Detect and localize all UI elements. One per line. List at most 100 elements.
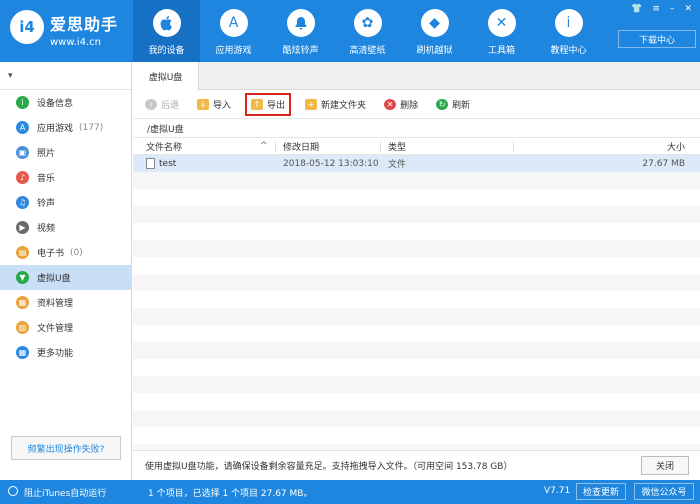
export-button[interactable]: ↑ 导出 [245,92,292,116]
empty-row [133,240,700,257]
main-nav: 我的设备 A 应用游戏 酷炫铃声 ✿ 高清壁纸 ◆ 刷机越狱 ✕ 工具箱 i 教… [133,0,602,62]
empty-row [133,223,700,240]
check-update-button[interactable]: 检查更新 [576,483,626,500]
sidebar-item[interactable]: ♫ 铃声 [0,190,131,215]
bell-icon [286,9,315,37]
wechat-button[interactable]: 微信公众号 [634,483,694,500]
export-icon: ↑ [251,98,264,110]
minimize-icon[interactable]: – [670,4,675,14]
download-center-button[interactable]: 下载中心 [618,30,696,48]
sidebar-item-count: (177) [79,122,104,133]
empty-row [133,172,700,189]
empty-row [133,410,700,427]
version-label: V7.71 [544,486,571,496]
nav-apps-games[interactable]: A 应用游戏 [200,0,267,62]
sidebar-item-count: (0) [70,247,83,258]
sidebar-item-label: 音乐 [37,174,56,184]
flower-icon: ✿ [353,9,382,37]
sidebar-item-label: 设备信息 [37,99,74,109]
empty-row [133,393,700,410]
new-folder-button[interactable]: + 新建文件夹 [303,95,368,114]
sidebar-item[interactable]: A 应用游戏 (177) [0,115,131,140]
sidebar-item[interactable]: ▦ 资料管理 [0,290,131,315]
nav-my-device[interactable]: 我的设备 [133,0,200,62]
file-manager-icon: ▥ [16,321,29,334]
column-divider[interactable] [275,141,276,152]
delete-button[interactable]: ✕ 删除 [382,95,420,114]
brand: 爱思助手 www.i4.cn [50,11,118,48]
nav-toolbox[interactable]: ✕ 工具箱 [468,0,535,62]
music-icon: ♪ [16,171,29,184]
nav-ringtones[interactable]: 酷炫铃声 [267,0,334,62]
toolbar: ‹ 后退 ↓ 导入 ↑ 导出 + 新建文件夹 ✕ 删除 ↻ 刷新 [133,90,700,119]
import-button[interactable]: ↓ 导入 [195,95,233,114]
menu-icon[interactable]: ≡ [652,4,660,14]
back-button[interactable]: ‹ 后退 [143,95,181,114]
refresh-icon: ↻ [436,98,449,110]
import-icon: ↓ [197,98,210,110]
sort-asc-icon: ^ [260,141,268,151]
sidebar-item-label: 铃声 [37,199,56,209]
brand-name: 爱思助手 [50,15,119,34]
chevron-down-icon: ▾ [8,70,13,81]
skin-icon[interactable]: 👕 [631,4,642,14]
app-store-icon: A [16,121,29,134]
itunes-block-label[interactable]: 阻止iTunes自动运行 [24,486,106,499]
sidebar-item-label: 照片 [37,149,56,159]
table-row[interactable]: test 2018-05-12 13:03:10 文件 27.67 MB [133,155,700,172]
help-button[interactable]: 频繁出现操作失败? [11,436,121,460]
tab-virtual-usb[interactable]: 虚拟U盘 [133,62,199,91]
sidebar-item-label: 虚拟U盘 [37,274,71,284]
app-logo: i4 [10,10,44,44]
empty-row [133,274,700,291]
brand-url: www.i4.cn [50,37,101,48]
file-icon [146,158,155,169]
column-header-name[interactable]: 文件名称 [146,140,182,153]
empty-row [133,308,700,325]
sidebar-item-label: 电子书 [37,249,65,259]
top-bar: i4 爱思助手 www.i4.cn 我的设备 A 应用游戏 酷炫铃声 ✿ 高清壁… [0,0,700,62]
photo-icon: ▣ [16,146,29,159]
nav-wallpapers[interactable]: ✿ 高清壁纸 [334,0,401,62]
sidebar-item[interactable]: ▤ 电子书 (0) [0,240,131,265]
device-selector[interactable]: ▾ [0,62,131,90]
refresh-button[interactable]: ↻ 刷新 [434,95,472,114]
path-bar: /虚拟U盘 [133,119,700,138]
table-header: 文件名称 ^ 修改日期 类型 大小 [133,138,700,155]
book-icon: ▤ [16,246,29,259]
tab-bar: 虚拟U盘 [133,62,700,91]
sidebar-item[interactable]: i 设备信息 [0,90,131,115]
column-divider[interactable] [513,141,514,152]
file-size: 27.67 MB [642,158,685,169]
sidebar-item[interactable]: ♪ 音乐 [0,165,131,190]
column-header-size[interactable]: 大小 [667,140,685,153]
nav-tutorials[interactable]: i 教程中心 [535,0,602,62]
back-icon: ‹ [145,98,157,110]
delete-icon: ✕ [384,98,397,110]
column-header-type[interactable]: 类型 [388,140,406,153]
sidebar-item[interactable]: ▣ 照片 [0,140,131,165]
file-type: 文件 [388,160,407,170]
tools-icon: ✕ [487,9,516,37]
sidebar-item-label: 文件管理 [37,324,74,334]
empty-row [133,206,700,223]
sidebar-item[interactable]: ▶ 视频 [0,215,131,240]
current-path: /虚拟U盘 [147,124,184,135]
nav-flash-jailbreak[interactable]: ◆ 刷机越狱 [401,0,468,62]
itunes-block-checkbox[interactable] [8,486,18,496]
close-button[interactable]: 关闭 [641,456,689,475]
empty-row [133,189,700,206]
app-store-icon: A [219,9,248,37]
file-name: test [159,158,177,169]
empty-row [133,291,700,308]
sidebar-item[interactable]: ▥ 文件管理 [0,315,131,340]
sidebar-item[interactable]: ▦ 更多功能 [0,340,131,365]
close-icon[interactable]: ✕ [684,4,692,14]
selection-status: 1 个项目，已选择 1 个项目 27.67 MB。 [148,489,313,499]
sidebar-list: i 设备信息 A 应用游戏 (177) ▣ 照片 ♪ 音乐 ♫ 铃声 ▶ 视频 ▤ 电子书 (0) ▼ 虚拟U盘 ▦… [0,90,131,365]
empty-row [133,427,700,444]
sidebar-item[interactable]: ▼ 虚拟U盘 [0,265,131,290]
main-panel: 虚拟U盘 ‹ 后退 ↓ 导入 ↑ 导出 + 新建文件夹 ✕ 删除 ↻ 刷新 /虚… [133,62,700,480]
column-divider[interactable] [380,141,381,152]
column-header-date[interactable]: 修改日期 [283,140,319,153]
